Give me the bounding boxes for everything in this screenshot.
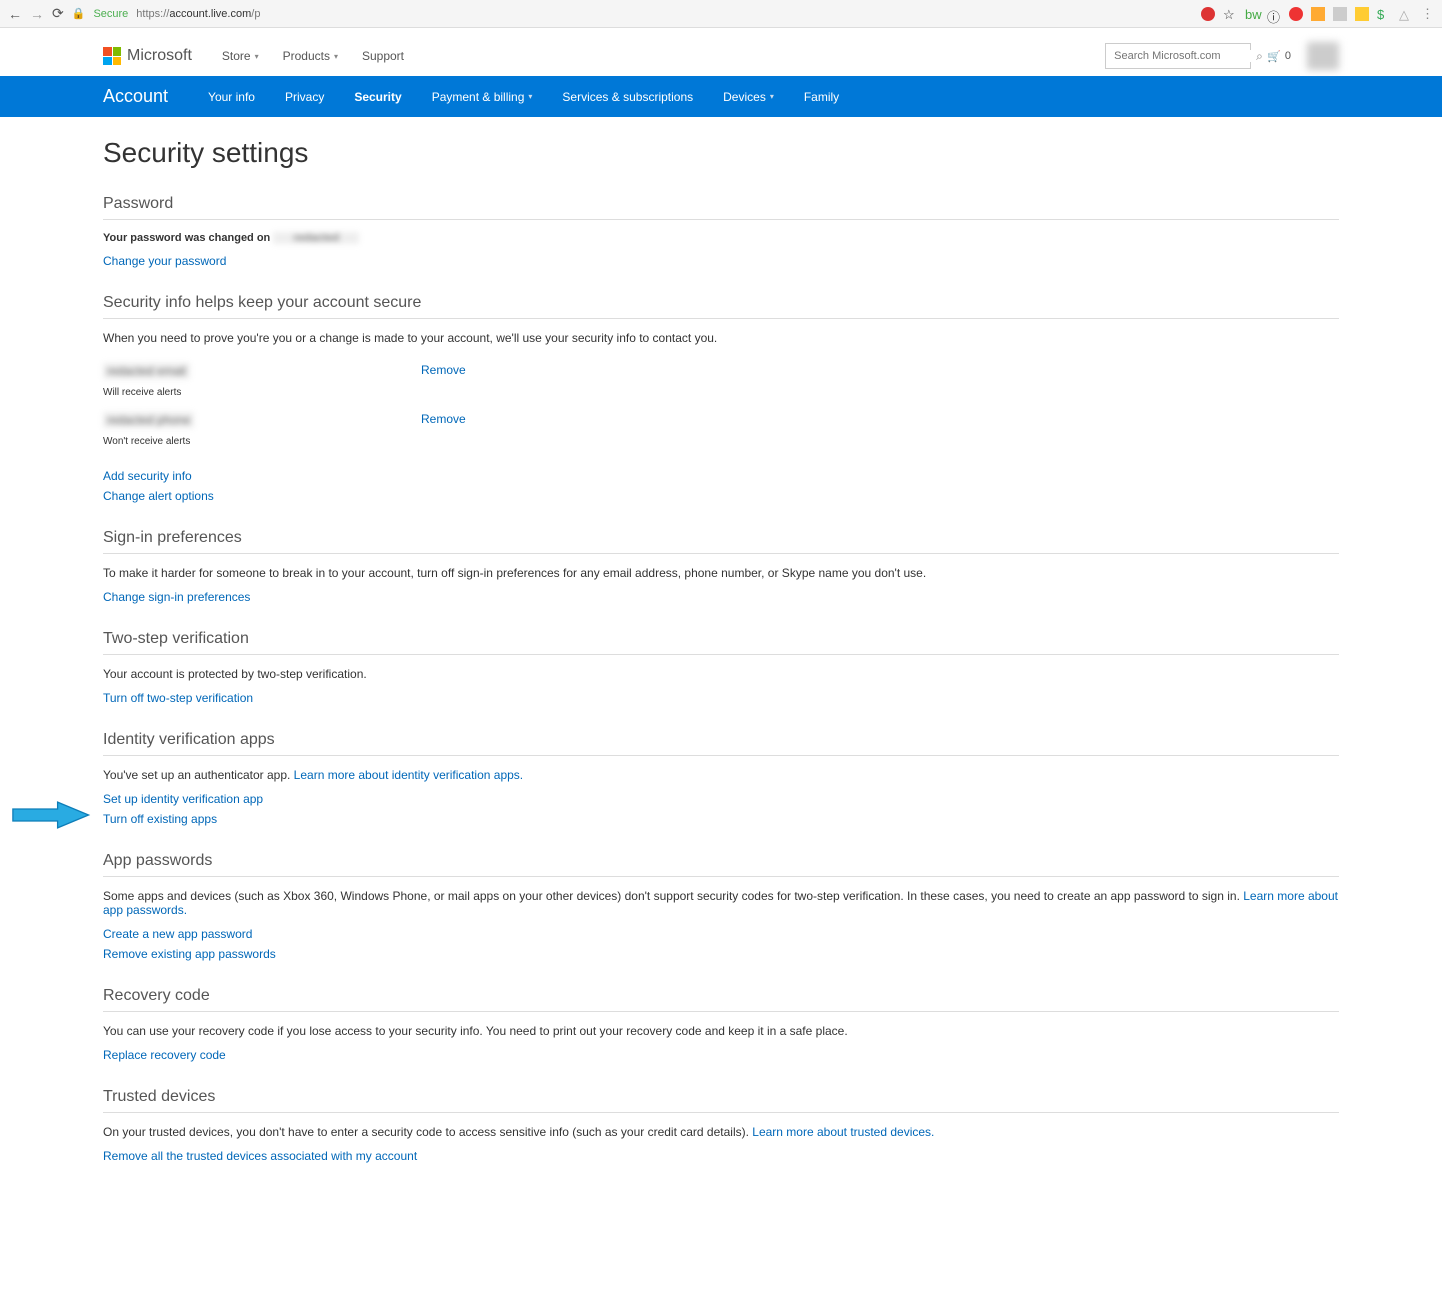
section-signin-heading: Sign-in preferences [103, 529, 1339, 554]
learn-trusted-devices-link[interactable]: Learn more about trusted devices. [752, 1125, 934, 1139]
section-password-heading: Password [103, 195, 1339, 220]
chevron-down-icon: ▾ [770, 92, 774, 101]
extension-icon[interactable] [1333, 7, 1347, 21]
password-changed-text: Your password was changed on redacted [103, 232, 1339, 244]
cart-button[interactable]: 🛒 0 [1267, 50, 1291, 63]
lock-icon: 🔒 [72, 7, 86, 20]
subnav-security[interactable]: Security [354, 90, 401, 104]
top-nav: Microsoft Store▾ Products▾ Support ⌕ 🛒 0 [0, 28, 1442, 76]
search-icon[interactable]: ⌕ [1256, 49, 1263, 64]
security-info-description: When you need to prove you're you or a c… [103, 331, 1339, 345]
recovery-description: You can use your recovery code if you lo… [103, 1024, 1339, 1038]
info-icon[interactable]: ⓘ [1267, 7, 1281, 21]
learn-identity-apps-link[interactable]: Learn more about identity verification a… [294, 768, 523, 782]
avatar[interactable] [1307, 42, 1339, 70]
subnav-privacy[interactable]: Privacy [285, 90, 324, 104]
section-trusted-heading: Trusted devices [103, 1088, 1339, 1113]
browser-address-bar: ← → ⟳ 🔒 Secure https://account.live.com/… [0, 0, 1442, 28]
turn-off-twostep-link[interactable]: Turn off two-step verification [103, 691, 1339, 705]
reload-icon[interactable]: ⟳ [52, 5, 64, 22]
create-app-password-link[interactable]: Create a new app password [103, 927, 1339, 941]
app-passwords-description: Some apps and devices (such as Xbox 360,… [103, 889, 1339, 917]
search-box[interactable]: ⌕ [1105, 43, 1251, 69]
security-info-item: redacted email Remove [103, 363, 1339, 383]
back-icon[interactable]: ← [8, 6, 22, 22]
remove-trusted-devices-link[interactable]: Remove all the trusted devices associate… [103, 1149, 1339, 1163]
signin-description: To make it harder for someone to break i… [103, 566, 1339, 580]
change-password-link[interactable]: Change your password [103, 254, 1339, 268]
forward-icon[interactable]: → [30, 6, 44, 22]
subnav-family[interactable]: Family [804, 90, 839, 104]
extension-icon[interactable] [1289, 7, 1303, 21]
setup-identity-app-link[interactable]: Set up identity verification app [103, 792, 1339, 806]
change-alert-options-link[interactable]: Change alert options [103, 489, 1339, 503]
remove-link[interactable]: Remove [421, 363, 466, 377]
remove-app-passwords-link[interactable]: Remove existing app passwords [103, 947, 1339, 961]
section-recovery-heading: Recovery code [103, 987, 1339, 1012]
extension-icon[interactable] [1201, 7, 1215, 21]
search-input[interactable] [1114, 50, 1256, 62]
turn-off-identity-apps-link[interactable]: Turn off existing apps [103, 812, 1339, 826]
replace-recovery-code-link[interactable]: Replace recovery code [103, 1048, 1339, 1062]
section-app-passwords-heading: App passwords [103, 852, 1339, 877]
page-content: Security settings Password Your password… [0, 117, 1442, 1209]
page-title: Security settings [103, 137, 1339, 169]
microsoft-logo[interactable]: Microsoft [103, 47, 192, 65]
chevron-down-icon: ▾ [528, 92, 532, 101]
extension-icon[interactable] [1311, 7, 1325, 21]
add-security-info-link[interactable]: Add security info [103, 469, 1339, 483]
browser-toolbar-icons: ☆ bw ⓘ $ △ ⋮ [1201, 6, 1434, 22]
twostep-description: Your account is protected by two-step ve… [103, 667, 1339, 681]
subnav-payment[interactable]: Payment & billing▾ [432, 90, 533, 104]
extension-icon[interactable]: $ [1377, 7, 1391, 21]
subnav-devices[interactable]: Devices▾ [723, 90, 774, 104]
chevron-down-icon: ▾ [255, 52, 259, 61]
chevron-down-icon: ▾ [334, 52, 338, 61]
identity-apps-description: You've set up an authenticator app. Lear… [103, 768, 1339, 782]
secure-label: Secure [93, 8, 128, 20]
change-signin-preferences-link[interactable]: Change sign-in preferences [103, 590, 1339, 604]
nav-products[interactable]: Products▾ [283, 49, 338, 63]
extension-icon[interactable]: bw [1245, 7, 1259, 21]
account-subnav: Account Your info Privacy Security Payme… [0, 76, 1442, 117]
section-twostep-heading: Two-step verification [103, 630, 1339, 655]
section-security-info-heading: Security info helps keep your account se… [103, 294, 1339, 319]
section-identity-apps-heading: Identity verification apps [103, 731, 1339, 756]
star-icon[interactable]: ☆ [1223, 7, 1237, 21]
nav-support[interactable]: Support [362, 49, 404, 63]
menu-icon[interactable]: ⋮ [1421, 6, 1434, 22]
security-info-sub: Will receive alerts [103, 387, 1339, 398]
annotation-arrow-icon [6, 800, 92, 830]
subnav-your-info[interactable]: Your info [208, 90, 255, 104]
security-info-sub: Won't receive alerts [103, 436, 1339, 447]
subnav-services[interactable]: Services & subscriptions [562, 90, 693, 104]
extension-icon[interactable] [1355, 7, 1369, 21]
url-text[interactable]: https://account.live.com/p [136, 8, 260, 20]
account-title[interactable]: Account [103, 86, 168, 107]
extension-icon[interactable]: △ [1399, 7, 1413, 21]
security-info-item: redacted phone Remove [103, 412, 1339, 432]
ms-grid-icon [103, 47, 121, 65]
remove-link[interactable]: Remove [421, 412, 466, 426]
cart-icon: 🛒 [1267, 50, 1281, 63]
nav-store[interactable]: Store▾ [222, 49, 259, 63]
trusted-description: On your trusted devices, you don't have … [103, 1125, 1339, 1139]
